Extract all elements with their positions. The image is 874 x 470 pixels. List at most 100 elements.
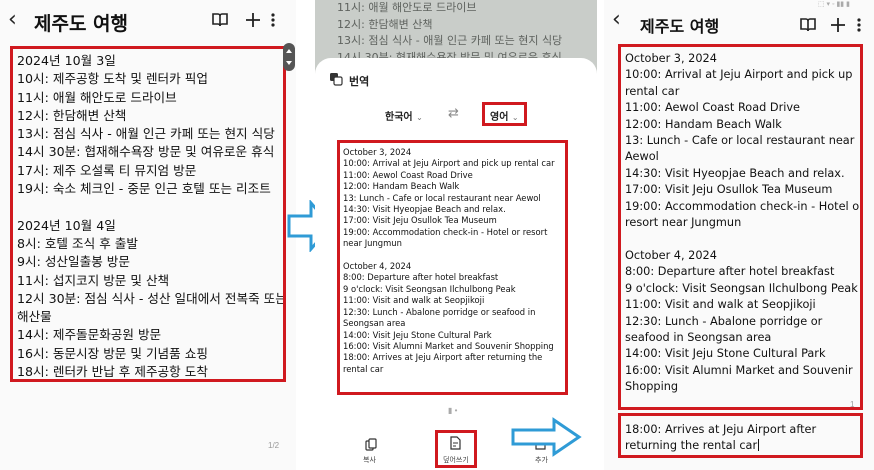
note-line: 12:00: Handam Beach Walk [625, 117, 782, 131]
sheet-title: 번역 [349, 75, 370, 88]
more-options-icon[interactable] [268, 10, 278, 30]
note-line: Shopping [625, 380, 679, 394]
arrow-right-icon [511, 417, 582, 457]
translation-line: 10:00: Arrival at Jeju Airport and pick … [343, 158, 555, 169]
note-title: 제주도 여행 [34, 13, 129, 35]
note-line: October 4, 2024 [625, 248, 717, 262]
note-line: 11:00: Visit and walk at Seopjikoji [625, 298, 816, 312]
translation-line: 14:00: Visit Jeju Stone Cultural Park [343, 329, 492, 340]
panel-translate-sheet: 11시: 애월 해안도로 드라이브 12시: 한담해변 산책 13시: 점심 식사 … [315, 0, 597, 470]
note-line: 14시: 제주돌문화공원 방문 [17, 327, 162, 343]
note-line: October 3, 2024 [625, 52, 717, 65]
note-line: 9 o'clock: Visit Seongsan Ilchulbong Pea… [625, 281, 858, 295]
scroll-handle[interactable] [283, 43, 295, 71]
chevron-down-icon: ⌄ [416, 113, 423, 122]
overwrite-highlight [435, 430, 477, 468]
panel-translated-note: ⬚ ▾ ◦ ▮▮ ▮ ‹ 제주도 여행 October 3, 2024 10:00… [604, 0, 874, 470]
swap-languages-icon[interactable]: ⇄ [448, 106, 459, 121]
translation-line: 16:00: Visit Alumni Market and Souvenir … [343, 340, 554, 351]
note-line: 2024년 10월 4일 [17, 217, 116, 233]
panel-original-note: ‹ 제주도 여행 2024년 10월 3일 10시: 제주공항 도착 및 렌터카 … [0, 0, 296, 470]
target-language-highlight [482, 102, 527, 126]
note-line: 12시: 한담해변 산책 [17, 107, 127, 123]
note-line: rental car [625, 84, 680, 98]
note-line: 16시: 동문시장 방문 및 기념품 쇼핑 [17, 345, 208, 361]
translation-line: 8:00: Departure after hotel breakfast [343, 272, 499, 283]
note-line: 19시: 숙소 체크인 - 중문 인근 호텔 또는 리조트 [17, 181, 271, 197]
note-line: 8시: 호텔 조식 후 출발 [17, 235, 138, 251]
book-icon[interactable] [798, 15, 818, 35]
translation-result: October 3, 2024 10:00: Arrival at Jeju Ai… [337, 140, 568, 395]
note-header: ‹ 제주도 여행 [604, 0, 874, 42]
note-line: 8:00: Departure after hotel breakfast [625, 265, 835, 279]
note-line: 18시: 렌터카 반납 후 제주공항 도착 [17, 364, 208, 380]
note-line: Aewol [625, 150, 659, 164]
note-title: 제주도 여행 [640, 17, 720, 36]
note-line: 해산물 [17, 309, 52, 325]
note-line: seafood in Seongsan area [625, 330, 772, 344]
note-line: 14:00: Visit Jeju Stone Cultural Park [625, 347, 826, 361]
note-line: resort near Jungmun [625, 216, 742, 230]
translation-line: 11:00: Aewol Coast Road Drive [343, 169, 473, 180]
more-options-icon[interactable] [854, 15, 864, 35]
note-line: 14:30: Visit Hyeopjae Beach and relax. [625, 166, 845, 180]
note-line: 11:00: Aewol Coast Road Drive [625, 101, 800, 115]
translation-line: 13: Lunch - Cafe or local restaurant nea… [343, 192, 541, 203]
background-line: 13시: 점심 식사 - 애월 인근 카페 또는 현지 식당 [337, 34, 563, 47]
translation-line: 9 o'clock: Visit Seongsan Ilchulbong Pea… [343, 283, 516, 294]
translation-line: 14:30: Visit Hyeopjae Beach and relax. [343, 204, 506, 215]
background-line: 11시: 애월 해안도로 드라이브 [337, 1, 477, 14]
translate-bottom-sheet: 번역 한국어 ⌄ ⇄ 영어 ⌄ October 3, 2024 10:00: Ar… [315, 58, 597, 470]
back-arrow-icon[interactable]: ‹ [8, 9, 28, 33]
page-indicator: ▮ • [448, 406, 458, 415]
source-language-select[interactable]: 한국어 ⌄ [385, 108, 423, 123]
book-icon[interactable] [210, 10, 230, 30]
source-language-label: 한국어 [385, 112, 413, 123]
note-body-english[interactable]: October 3, 2024 10:00: Arrival at Jeju Ai… [618, 44, 863, 410]
background-line: 12시: 한담해변 산책 [337, 17, 433, 31]
translation-line: October 4, 2024 [343, 261, 412, 272]
note-line: 17시: 제주 오설록 티 뮤지엄 방문 [17, 162, 197, 178]
note-line: 11시: 애월 해안도로 드라이브 [17, 89, 177, 105]
translation-line: 12:00: Handam Beach Walk [343, 181, 460, 192]
note-body-english-last[interactable]: 18:00: Arrives at Jeju Airport after retu… [618, 413, 863, 458]
add-icon[interactable] [243, 10, 263, 30]
note-line: 14시 30분: 협재해수욕장 방문 및 여유로운 휴식 [17, 144, 275, 160]
text-cursor [758, 439, 760, 452]
translation-line: October 3, 2024 [343, 147, 412, 157]
note-line: 16:00: Visit Alumni Market and Souvenir [625, 363, 853, 377]
note-line: 12:30: Lunch - Abalone porridge or [625, 314, 823, 328]
note-line: 11시: 섭지코지 방문 및 산책 [17, 272, 170, 288]
note-body-korean[interactable]: 2024년 10월 3일 10시: 제주공항 도착 및 렌터카 픽업 11시: 애월… [10, 46, 286, 382]
copy-icon[interactable] [365, 438, 377, 451]
note-line: 17:00: Visit Jeju Osullok Tea Museum [625, 183, 833, 197]
note-line: returning the rental car [625, 439, 760, 453]
page-number: 1 [850, 400, 855, 409]
note-line: 2024년 10월 3일 [17, 53, 116, 68]
add-icon[interactable] [828, 15, 848, 35]
back-arrow-icon[interactable]: ‹ [612, 9, 632, 33]
translation-line: Seongsan area [343, 318, 406, 329]
note-line: 13: Lunch - Cafe or local restaurant nea… [625, 134, 855, 148]
translate-icon [330, 73, 343, 86]
translation-line: rental car [343, 363, 384, 374]
translation-line: 12:30: Lunch - Abalone porridge or seafo… [343, 306, 536, 317]
note-header: ‹ 제주도 여행 [0, 0, 296, 42]
copy-button[interactable]: 복사 [363, 455, 376, 465]
page-number: 1/2 [268, 441, 280, 450]
note-line [17, 198, 283, 216]
translation-line [343, 250, 565, 261]
note-line: 18:00: Arrives at Jeju Airport after [625, 423, 817, 436]
translation-line: 18:00: Arrives at Jeju Airport after ret… [343, 352, 543, 363]
note-line [625, 231, 860, 247]
background-note-text: 11시: 애월 해안도로 드라이브 12시: 한담해변 산책 13시: 점심 식사 … [337, 0, 562, 66]
translation-line: 11:00: Visit and walk at Seopjikoji [343, 295, 485, 306]
translation-line: near Jungmun [343, 238, 402, 249]
translation-line: 19:00: Accommodation check-in - Hotel or… [343, 226, 548, 237]
translation-line: 17:00: Visit Jeju Osullok Tea Museum [343, 215, 497, 226]
note-line: 10:00: Arrival at Jeju Airport and pick … [625, 68, 853, 82]
note-line: 13시: 점심 식사 - 애월 인근 카페 또는 현지 식당 [17, 126, 275, 142]
note-line: 19:00: Accommodation check-in - Hotel or [625, 199, 860, 213]
note-line: 12시 30분: 점심 식사 - 성산 일대에서 전복죽 또는 [17, 290, 283, 306]
note-line: 10시: 제주공항 도착 및 렌터카 픽업 [17, 71, 208, 87]
